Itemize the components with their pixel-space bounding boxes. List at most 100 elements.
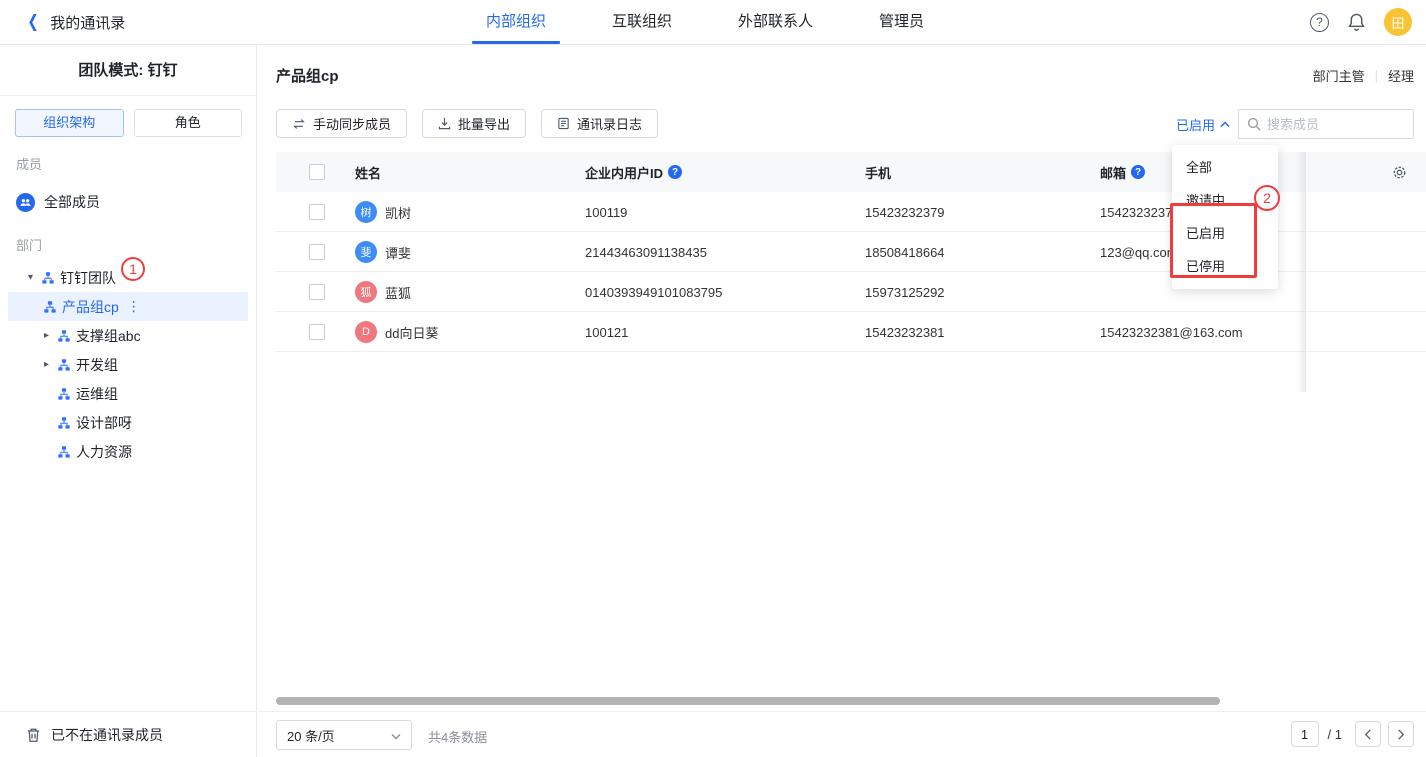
dept-manager-link[interactable]: 部门主管	[1313, 66, 1365, 85]
next-page-button[interactable]	[1388, 721, 1414, 747]
department-icon	[58, 330, 70, 342]
contact-log-button[interactable]: 通讯录日志	[541, 109, 658, 138]
tree-item-label: 产品组cp	[62, 297, 119, 317]
row-checkbox[interactable]	[309, 244, 325, 260]
members-group-icon	[16, 193, 35, 212]
table-footer: 20 条/页 共4条数据 / 1	[258, 711, 1426, 757]
select-all-checkbox[interactable]	[309, 164, 325, 180]
tree-item-design-dept[interactable]: 设计部呀	[0, 408, 256, 437]
removed-members-entry[interactable]: 已不在通讯录成员	[0, 711, 256, 757]
topbar-icons: ? 田	[1310, 0, 1412, 44]
search-box	[1238, 109, 1414, 139]
tab-internal-org[interactable]: 内部组织	[486, 0, 546, 44]
row-checkbox[interactable]	[309, 284, 325, 300]
chevron-left-icon: ❮	[27, 12, 38, 32]
download-icon	[438, 117, 451, 130]
member-name: 凯树	[385, 203, 411, 222]
all-members-label: 全部成员	[44, 192, 100, 212]
tree-item-label: 设计部呀	[76, 413, 132, 433]
help-badge-icon[interactable]: ?	[668, 165, 682, 179]
member-id: 0140393949101083795	[585, 272, 722, 312]
menu-item-all[interactable]: 全部	[1172, 151, 1278, 184]
department-icon	[42, 272, 54, 284]
department-icon	[58, 446, 70, 458]
menu-item-enabled[interactable]: 已启用	[1172, 217, 1278, 250]
manual-sync-button[interactable]: 手动同步成员	[276, 109, 407, 138]
avatar: 狐	[355, 281, 377, 303]
trash-icon	[26, 727, 41, 743]
menu-item-disabled[interactable]: 已停用	[1172, 250, 1278, 283]
department-icon	[58, 417, 70, 429]
row-checkbox[interactable]	[309, 324, 325, 340]
table-row[interactable]: D dd向日葵 100121 15423232381 15423232381@1…	[276, 312, 1426, 352]
org-structure-button[interactable]: 组织架构	[15, 109, 124, 137]
bell-icon[interactable]	[1347, 12, 1366, 32]
tree-item-ops-group[interactable]: 运维组	[0, 379, 256, 408]
members-section-label: 成员	[16, 154, 256, 173]
back-label: 我的通讯录	[50, 12, 125, 33]
page-size-select[interactable]: 20 条/页	[276, 720, 412, 750]
chevron-down-icon	[391, 728, 401, 743]
fixed-column-divider	[1305, 152, 1306, 392]
caret-right-icon[interactable]: ▸	[44, 330, 58, 341]
row-checkbox[interactable]	[309, 204, 325, 220]
horizontal-scrollbar[interactable]	[276, 697, 1220, 705]
sidebar-item-all-members[interactable]: 全部成员	[0, 186, 256, 218]
column-settings-icon[interactable]	[1392, 165, 1407, 180]
page-title: 产品组cp	[276, 65, 339, 86]
department-icon	[58, 388, 70, 400]
avatar: 斐	[355, 241, 377, 263]
chevron-up-icon	[1220, 121, 1230, 128]
member-name: 蓝狐	[385, 283, 411, 302]
document-icon	[557, 117, 570, 130]
prev-page-button[interactable]	[1355, 721, 1381, 747]
tree-item-label: 钉钉团队	[60, 268, 116, 288]
tab-connected-org[interactable]: 互联组织	[612, 0, 672, 44]
search-icon	[1247, 117, 1261, 131]
main-panel: 产品组cp 部门主管 | 经理 手动同步成员 批量导出	[258, 45, 1426, 757]
status-filter-value: 已启用	[1176, 115, 1215, 134]
tree-item-dev-group[interactable]: ▸ 开发组	[0, 350, 256, 379]
team-mode-label: 团队模式: 钉钉	[0, 45, 256, 96]
avatar: 树	[355, 201, 377, 223]
help-icon[interactable]: ?	[1310, 13, 1329, 32]
total-count: 共4条数据	[428, 727, 487, 746]
pagination: / 1	[1291, 721, 1414, 747]
status-filter[interactable]: 已启用	[1176, 115, 1230, 134]
sync-icon	[292, 118, 306, 130]
caret-down-icon[interactable]: ▾	[28, 272, 42, 283]
batch-export-button[interactable]: 批量导出	[422, 109, 526, 138]
tree-item-hr[interactable]: 人力资源	[0, 437, 256, 466]
help-badge-icon[interactable]: ?	[1131, 165, 1145, 179]
member-phone: 18508418664	[865, 232, 945, 272]
tab-admin[interactable]: 管理员	[879, 0, 924, 44]
department-tree: ▾ 钉钉团队	[0, 263, 256, 466]
roles-button[interactable]: 角色	[134, 109, 243, 137]
user-avatar[interactable]: 田	[1384, 8, 1412, 36]
manager-link[interactable]: 经理	[1388, 66, 1414, 85]
tab-external-contacts[interactable]: 外部联系人	[738, 0, 813, 44]
member-email: 15423232381@163.com	[1100, 312, 1243, 352]
department-icon	[44, 301, 56, 313]
back-button[interactable]: ❮ 我的通讯录	[26, 0, 125, 44]
tree-item-label: 人力资源	[76, 442, 132, 462]
page-number-input[interactable]	[1291, 721, 1319, 747]
member-name: dd向日葵	[385, 323, 438, 342]
role-links: 部门主管 | 经理	[1313, 66, 1414, 85]
view-toggle: 组织架构 角色	[15, 109, 242, 137]
removed-members-label: 已不在通讯录成员	[51, 725, 163, 745]
member-phone: 15423232379	[865, 192, 945, 232]
tree-item-support-group[interactable]: ▸ 支撑组abc	[0, 321, 256, 350]
toolbar: 手动同步成员 批量导出 通讯录日志	[276, 109, 658, 138]
search-input[interactable]	[1267, 117, 1397, 132]
tree-item-product-group[interactable]: 产品组cp ⋮	[8, 292, 248, 321]
more-actions-icon[interactable]: ⋮	[127, 298, 141, 315]
member-id: 100121	[585, 312, 628, 352]
member-phone: 15423232381	[865, 312, 945, 352]
member-id: 100119	[585, 192, 627, 232]
tree-item-label: 运维组	[76, 384, 118, 404]
caret-right-icon[interactable]: ▸	[44, 359, 58, 370]
tree-item-label: 开发组	[76, 355, 118, 375]
member-id: 21443463091138435	[585, 232, 707, 272]
col-name: 姓名	[355, 152, 381, 192]
